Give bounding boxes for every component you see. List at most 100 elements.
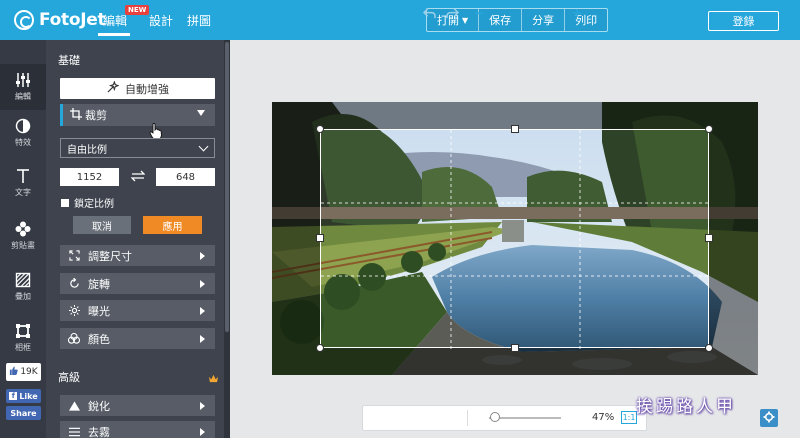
caret-right-icon: [200, 307, 205, 315]
like-counter[interactable]: 19K: [6, 363, 41, 381]
section-advanced-title: 高級: [58, 371, 80, 384]
tool-color[interactable]: 顏色: [60, 328, 215, 349]
apply-button[interactable]: 應用: [143, 216, 202, 234]
save-button[interactable]: 保存: [479, 9, 523, 31]
tab-edit[interactable]: 編輯: [103, 12, 127, 29]
color-circles-icon: [68, 333, 80, 345]
crop-width-input[interactable]: 1152: [60, 168, 119, 186]
tab-edit-indicator: [98, 33, 130, 36]
color-label: 顏色: [88, 332, 110, 346]
aspect-ratio-value: 自由比例: [67, 144, 107, 156]
rail-label: 編輯: [15, 92, 31, 101]
crop-handle-top[interactable]: [511, 125, 519, 133]
magic-wand-icon: [106, 79, 120, 97]
settings-button[interactable]: [760, 409, 778, 427]
rail-label: 疊加: [15, 292, 31, 301]
crop-section-header[interactable]: 裁剪: [60, 104, 215, 126]
aspect-ratio-select[interactable]: 自由比例: [60, 138, 215, 158]
rail-label: 文字: [15, 188, 31, 197]
crop-handle-bottom[interactable]: [511, 344, 519, 352]
crop-handle-bottom-right[interactable]: [705, 344, 713, 352]
lock-ratio-checkbox[interactable]: [61, 198, 69, 207]
actual-size-button[interactable]: 1:1: [621, 411, 637, 424]
facebook-icon: f: [9, 392, 18, 400]
cancel-button[interactable]: 取消: [73, 216, 131, 234]
zoom-slider-track[interactable]: [489, 417, 561, 419]
app-logo[interactable]: FotoJet: [14, 9, 106, 31]
sun-icon: [68, 305, 80, 317]
gear-icon: [763, 411, 775, 426]
facebook-share-button[interactable]: Share: [6, 406, 41, 420]
auto-enhance-button[interactable]: 自動增強: [60, 78, 215, 99]
caret-right-icon: [200, 280, 205, 288]
tab-collage[interactable]: 拼圖: [187, 12, 211, 29]
scrollbar-thumb[interactable]: [225, 42, 229, 332]
tool-rotate[interactable]: 旋轉: [60, 273, 215, 294]
overlay-icon: [15, 272, 31, 288]
crop-mask-left: [272, 129, 320, 348]
panel-scrollbar[interactable]: [224, 40, 230, 438]
clipart-icon: [15, 221, 31, 237]
thumbs-up-icon: [9, 366, 19, 378]
crop-icon: [70, 108, 82, 123]
refresh-icon[interactable]: [372, 5, 388, 21]
caret-right-icon: [200, 402, 205, 410]
crop-handle-top-right[interactable]: [705, 125, 713, 133]
crop-handle-top-left[interactable]: [316, 125, 324, 133]
tab-design[interactable]: 設計: [149, 12, 173, 29]
lock-ratio-row[interactable]: 鎖定比例: [61, 195, 114, 210]
rail-item-effects[interactable]: 特效: [0, 110, 46, 156]
rail-item-edit[interactable]: 編輯: [0, 64, 46, 110]
crop-frame[interactable]: [320, 129, 710, 349]
crop-mask-right: [709, 129, 758, 348]
dehaze-label: 去霧: [88, 425, 110, 438]
swap-dimensions-icon[interactable]: [130, 170, 146, 185]
sharpen-label: 銳化: [88, 399, 110, 413]
crop-height-input[interactable]: 648: [156, 168, 215, 186]
tool-exposure[interactable]: 曝光: [60, 300, 215, 321]
login-button[interactable]: 登錄: [708, 11, 779, 31]
rail-item-overlay[interactable]: 疊加: [0, 264, 46, 310]
fit-screen-icon[interactable]: [642, 5, 658, 21]
frame-icon: [15, 323, 31, 339]
crop-handle-right[interactable]: [705, 234, 713, 242]
caret-down-icon: ▼: [462, 15, 469, 25]
resize-label: 調整尺寸: [88, 249, 132, 263]
caret-right-icon: [200, 428, 205, 436]
rotate-icon: [68, 278, 80, 290]
crop-label: 裁剪: [85, 109, 107, 122]
caret-right-icon: [200, 335, 205, 343]
sliders-icon: [15, 72, 31, 88]
facebook-like-label: Like: [19, 391, 38, 401]
tool-resize[interactable]: 調整尺寸: [60, 245, 215, 266]
crop-grid: [321, 130, 710, 349]
caret-right-icon: [200, 252, 205, 260]
zoom-bar-divider: [467, 410, 468, 426]
like-count: 19K: [20, 367, 38, 377]
triangle-icon: [68, 400, 80, 412]
compare-icon[interactable]: [398, 5, 414, 21]
zoom-out-icon[interactable]: [473, 5, 485, 21]
crown-icon: [208, 372, 219, 386]
rail-item-frame[interactable]: 相框: [0, 315, 46, 361]
facebook-like-button[interactable]: f Like: [6, 389, 41, 403]
crop-handle-left[interactable]: [316, 234, 324, 242]
zoom-slider-knob[interactable]: [489, 412, 500, 422]
share-button[interactable]: 分享: [522, 9, 566, 31]
zoom-in-icon[interactable]: [571, 5, 583, 21]
haze-lines-icon: [68, 426, 80, 438]
rail-item-clipart[interactable]: 剪貼畫: [0, 213, 46, 259]
rotate-label: 旋轉: [88, 277, 110, 291]
text-icon: [15, 168, 31, 184]
watermark-text: 挨踢路人甲: [636, 397, 736, 417]
undo-icon[interactable]: [421, 5, 437, 21]
crop-handle-bottom-left[interactable]: [316, 344, 324, 352]
tool-sharpen[interactable]: 銳化: [60, 395, 215, 416]
redo-icon[interactable]: [444, 5, 460, 21]
zoom-percent: 47%: [592, 412, 615, 423]
rail-item-text[interactable]: 文字: [0, 160, 46, 206]
caret-down-icon: [197, 110, 205, 116]
rail-label: 剪貼畫: [11, 241, 35, 250]
auto-enhance-label: 自動增強: [125, 82, 169, 96]
tool-dehaze[interactable]: 去霧: [60, 421, 215, 438]
